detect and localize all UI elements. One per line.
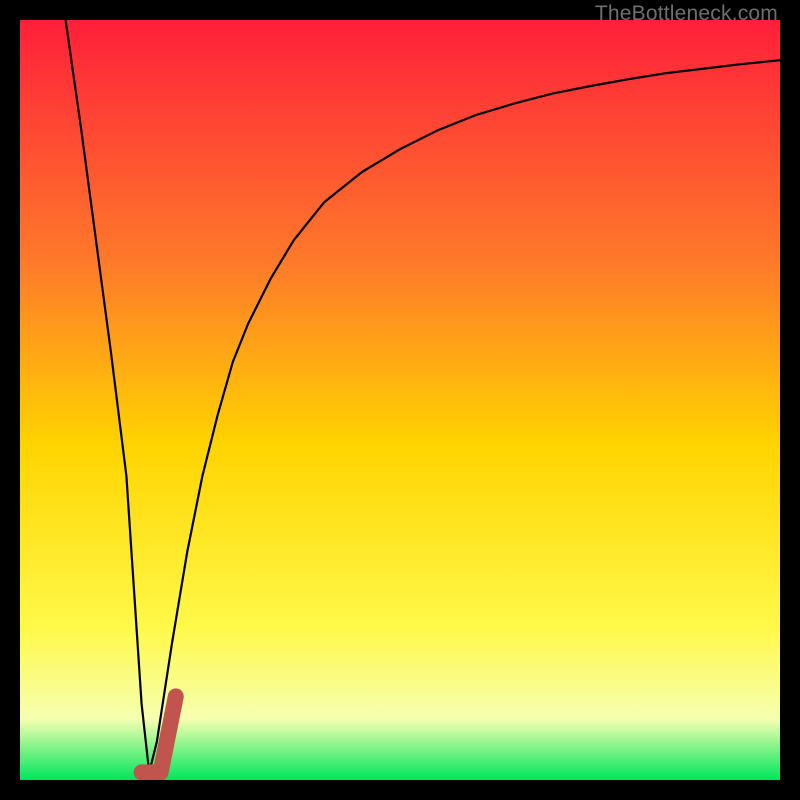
gradient-background <box>20 20 780 780</box>
chart-frame: TheBottleneck.com <box>0 0 800 800</box>
chart-svg <box>20 20 780 780</box>
plot-area <box>20 20 780 780</box>
watermark-text: TheBottleneck.com <box>595 2 778 26</box>
